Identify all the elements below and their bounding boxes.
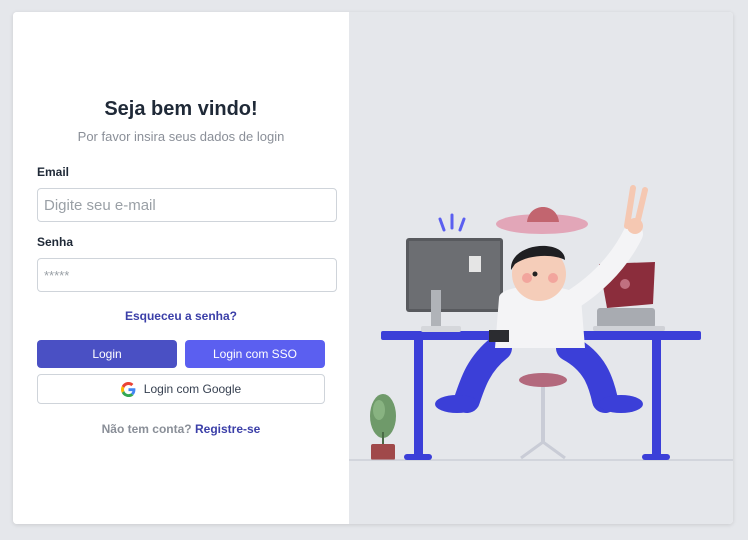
login-panel: Seja bem vindo! Por favor insira seus da… [13, 12, 349, 524]
signup-link[interactable]: Registre-se [195, 422, 260, 436]
login-card: Seja bem vindo! Por favor insira seus da… [13, 12, 733, 524]
signup-prompt: Não tem conta? Registre-se [13, 422, 349, 436]
forgot-password-link[interactable]: Esqueceu a senha? [13, 309, 349, 323]
page-subtitle: Por favor insira seus dados de login [77, 129, 285, 144]
monitor-illustration [406, 238, 503, 332]
chair-illustration [519, 373, 567, 460]
sso-login-button[interactable]: Login com SSO [185, 340, 325, 368]
workspace-illustration [349, 185, 733, 461]
google-icon [120, 381, 136, 397]
google-login-label: Login com Google [143, 382, 242, 396]
login-button[interactable]: Login [37, 340, 177, 368]
signup-prompt-text: Não tem conta? [101, 422, 192, 436]
email-label: Email [37, 165, 70, 179]
email-field[interactable] [37, 188, 337, 222]
password-field[interactable] [37, 258, 337, 292]
password-label: Senha [37, 235, 74, 249]
plant-illustration [370, 394, 396, 460]
google-login-button[interactable]: Login com Google [37, 374, 325, 404]
page-title: Seja bem vindo! [104, 98, 258, 120]
illustration-panel [349, 12, 733, 524]
